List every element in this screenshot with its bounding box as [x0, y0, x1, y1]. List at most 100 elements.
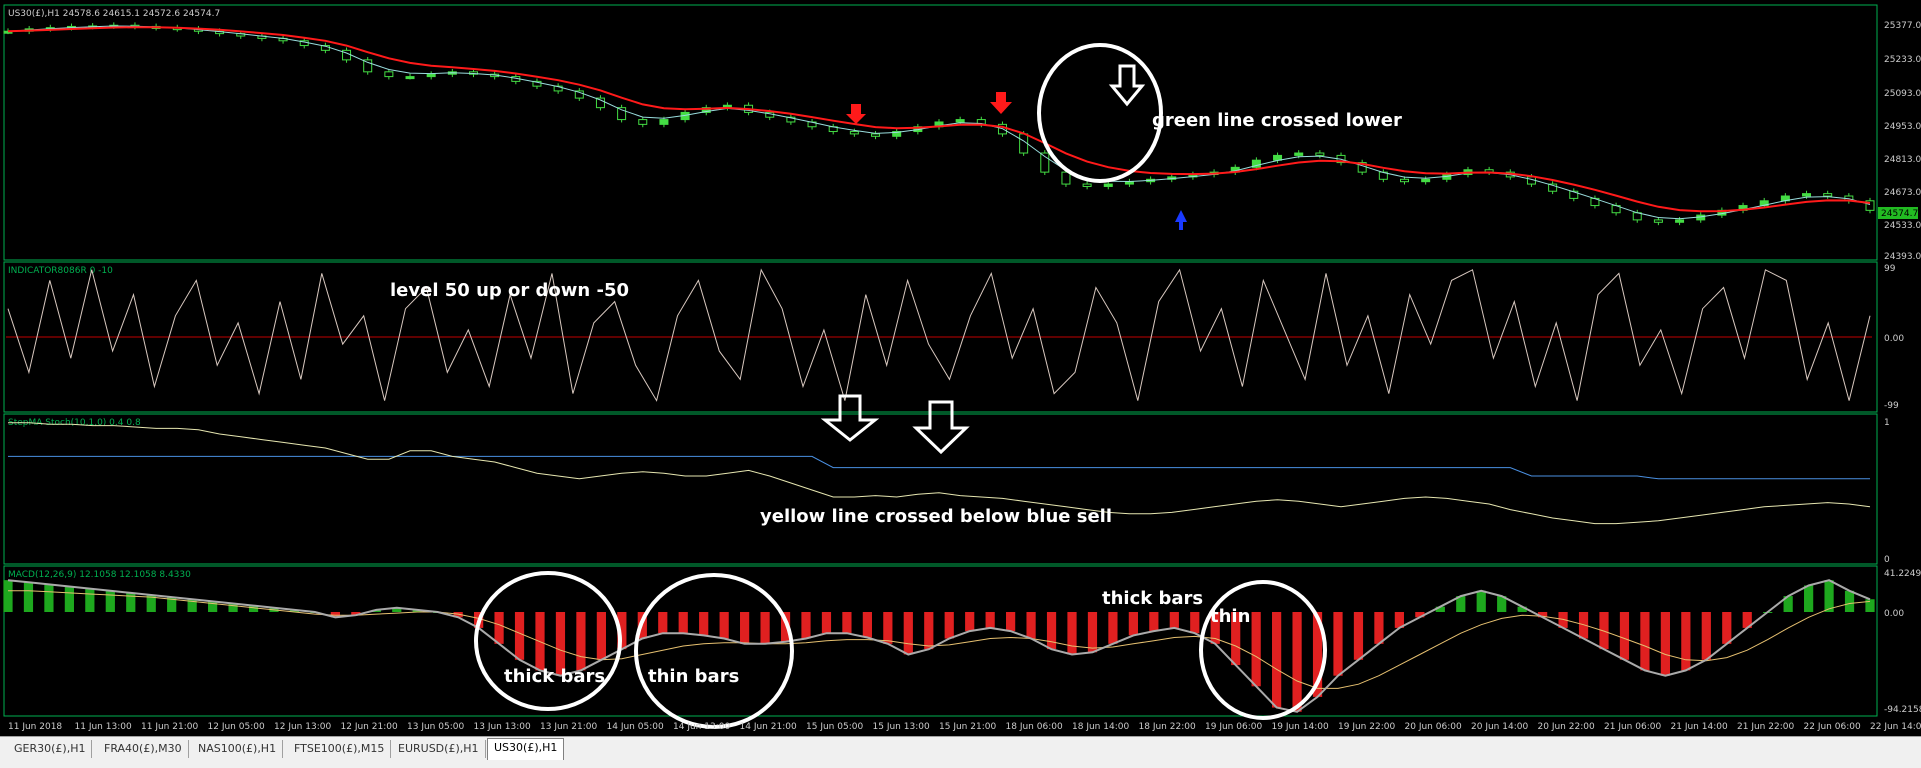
osc-tick: -99 — [1884, 401, 1899, 411]
time-tick: 11 Jun 2018 — [8, 722, 62, 732]
tab-us30[interactable]: US30(£),H1 — [487, 738, 565, 760]
macd-bar — [883, 612, 893, 644]
candle-body — [849, 131, 859, 135]
macd-bar — [924, 612, 934, 650]
macd-bar — [699, 612, 709, 636]
macd-bar — [1149, 612, 1159, 632]
time-tick: 13 Jun 05:00 — [407, 722, 464, 732]
annotation-thick-bars: thick bars — [504, 666, 605, 687]
macd-bar — [1476, 590, 1486, 612]
time-tick: 19 Jun 06:00 — [1205, 722, 1262, 732]
chart-window[interactable]: US30(£),H1 24578.6 24615.1 24572.6 24574… — [0, 0, 1921, 736]
time-tick: 15 Jun 05:00 — [806, 722, 863, 732]
chart-tabs: GER30(£),H1 FRA40(£),M30 NAS100(£),H1 FT… — [0, 736, 1921, 768]
macd-bar — [1701, 612, 1711, 660]
macd-bar — [678, 612, 688, 634]
macd-bar — [1619, 612, 1630, 660]
macd-bar — [1169, 612, 1179, 628]
macd-bar — [1046, 612, 1057, 650]
macd-bar — [105, 590, 115, 612]
time-tick: 14 Jun 13:00 — [673, 722, 730, 732]
price-tick: 25093.0 — [1884, 89, 1921, 99]
macd-bar — [1824, 580, 1834, 612]
time-tick: 15 Jun 21:00 — [939, 722, 996, 732]
osc-pane-header: INDICATOR8086R 0 -10 — [8, 266, 113, 276]
macd-bar — [658, 612, 668, 634]
candle-body — [1675, 219, 1685, 223]
macd-bar — [944, 612, 954, 639]
time-tick: 15 Jun 13:00 — [873, 722, 930, 732]
macd-bar — [1333, 612, 1343, 676]
candle-body — [1653, 219, 1663, 223]
macd-tick: -94.2158 — [1884, 705, 1921, 715]
macd-bar — [1844, 590, 1855, 612]
candle-body — [1082, 183, 1092, 187]
candle-body — [1315, 152, 1325, 156]
tab-fra40[interactable]: FRA40(£),M30 — [98, 740, 189, 758]
macd-bar — [719, 612, 729, 639]
time-tick: 20 Jun 14:00 — [1471, 722, 1528, 732]
macd-bar — [821, 612, 832, 634]
price-tick: 25377.0 — [1884, 21, 1921, 31]
macd-bar — [1108, 612, 1118, 644]
tab-ger30[interactable]: GER30(£),H1 — [8, 740, 93, 758]
price-tick: 25233.0 — [1884, 55, 1921, 65]
macd-bar — [1292, 612, 1302, 712]
candle-body — [1400, 178, 1409, 183]
tab-ftse100[interactable]: FTSE100(£),M15 — [288, 740, 392, 758]
stoch-tick: 1 — [1884, 418, 1890, 428]
time-tick: 13 Jun 21:00 — [540, 722, 597, 732]
macd-bar — [965, 612, 975, 632]
macd-bar — [760, 612, 770, 644]
candle-body — [638, 119, 648, 125]
tab-nas100[interactable]: NAS100(£),H1 — [192, 740, 284, 758]
time-tick: 20 Jun 22:00 — [1538, 722, 1595, 732]
candle-body — [1103, 183, 1113, 187]
macd-bar — [1067, 612, 1077, 655]
osc-tick: 0.00 — [1884, 334, 1904, 344]
time-tick: 21 Jun 06:00 — [1604, 722, 1661, 732]
macd-bar — [3, 580, 13, 612]
macd-bar — [1804, 585, 1814, 612]
annotation-thick-bars: thick bars — [1102, 588, 1203, 609]
candle-body — [659, 119, 669, 125]
last-price-label: 24574.7 — [1881, 209, 1918, 219]
macd-bar — [23, 582, 34, 612]
macd-bar — [1026, 612, 1036, 639]
stoch-tick: 0 — [1884, 555, 1890, 565]
macd-bar — [1251, 612, 1261, 687]
annotation-thin: thin — [1210, 606, 1250, 627]
macd-bar — [1681, 612, 1691, 671]
macd-bar — [985, 612, 995, 628]
time-tick: 19 Jun 22:00 — [1338, 722, 1395, 732]
annotation-yellow-line: yellow line crossed below blue sell — [760, 506, 1112, 527]
macd-bar — [903, 612, 913, 655]
time-tick: 12 Jun 21:00 — [341, 722, 398, 732]
price-tick: 24953.0 — [1884, 122, 1921, 132]
macd-pane-header: MACD(12,26,9) 12.1058 12.1058 8.4330 — [8, 570, 191, 580]
macd-bar — [1660, 612, 1670, 676]
macd-bar — [64, 586, 74, 612]
time-tick: 20 Jun 06:00 — [1405, 722, 1462, 732]
time-tick: 11 Jun 13:00 — [75, 722, 132, 732]
time-tick: 18 Jun 14:00 — [1072, 722, 1129, 732]
annotation-green-line: green line crossed lower — [1152, 110, 1402, 131]
macd-bar — [596, 612, 606, 660]
macd-bar — [1006, 612, 1016, 632]
candle-body — [1124, 181, 1134, 185]
macd-bar — [494, 612, 504, 644]
macd-bar — [1353, 612, 1364, 660]
time-tick: 14 Jun 21:00 — [740, 722, 797, 732]
time-tick: 21 Jun 22:00 — [1737, 722, 1794, 732]
time-tick: 11 Jun 21:00 — [141, 722, 198, 732]
candle-body — [405, 76, 415, 80]
tab-eurusd[interactable]: EURUSD(£),H1 — [392, 740, 486, 758]
candle-body — [1802, 193, 1812, 197]
macd-bar — [740, 612, 750, 644]
macd-bar — [576, 612, 586, 671]
macd-bar — [842, 612, 852, 634]
macd-bar — [1865, 599, 1875, 612]
time-tick: 13 Jun 13:00 — [474, 722, 531, 732]
macd-bar — [1087, 612, 1098, 653]
macd-bar — [1272, 612, 1282, 708]
